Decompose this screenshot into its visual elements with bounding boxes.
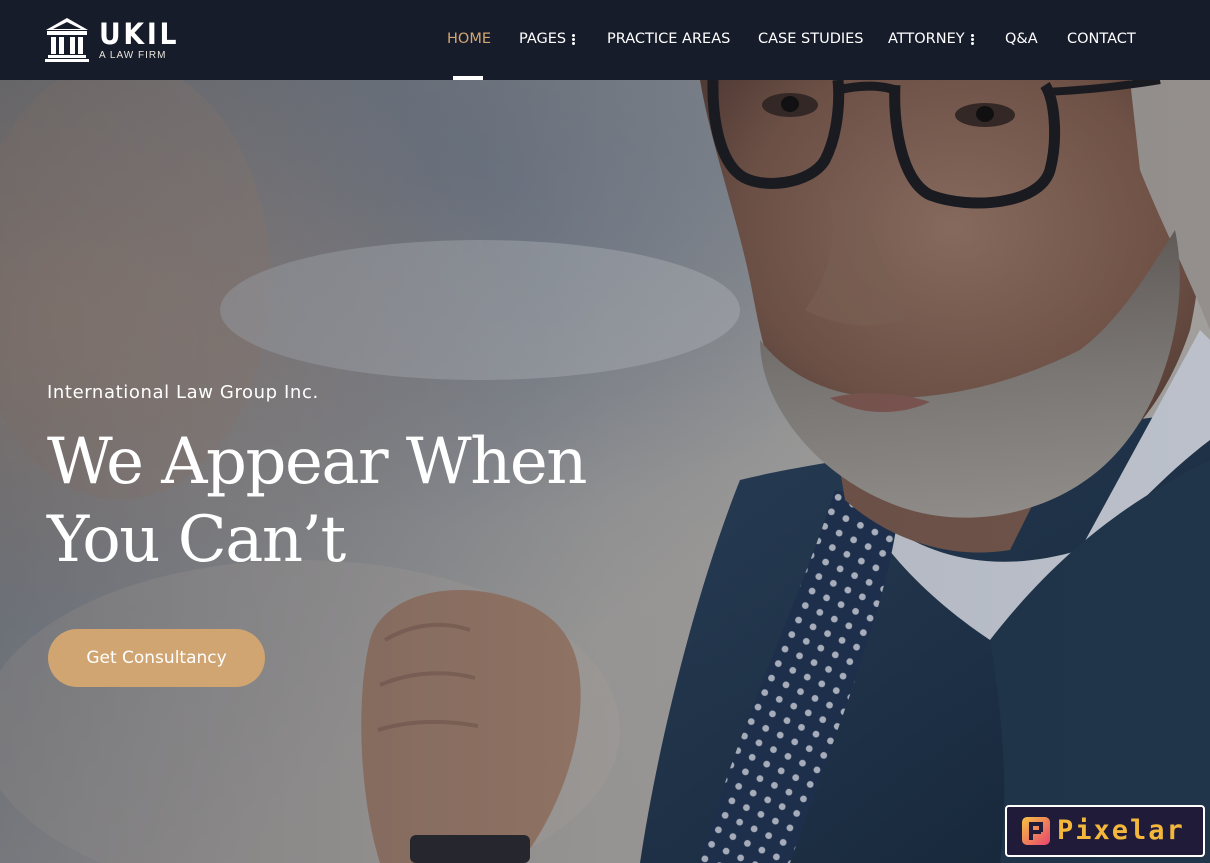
nav-item-qa[interactable]: Q&A [1005, 28, 1038, 50]
nav-item-label: CASE STUDIES [758, 31, 864, 47]
vertical-dots-icon [572, 33, 576, 45]
nav-item-label: PRACTICE AREAS [607, 31, 731, 47]
nav-item-label: HOME [447, 31, 491, 47]
nav-item-practice-areas[interactable]: PRACTICE AREAS [607, 28, 730, 50]
hero-content: International Law Group Inc. We Appear W… [47, 80, 747, 863]
nav-item-home[interactable]: HOME [447, 28, 491, 50]
nav-item-label: ATTORNEY [888, 31, 965, 47]
nav-item-pages[interactable]: PAGES [519, 28, 576, 50]
nav-item-label: PAGES [519, 31, 567, 47]
nav-item-attorney[interactable]: ATTORNEY [888, 28, 974, 50]
hero-headline-line-1: We Appear When [47, 425, 588, 499]
hero-section: International Law Group Inc. We Appear W… [0, 80, 1210, 863]
get-consultancy-button[interactable]: Get Consultancy [48, 629, 265, 687]
vertical-dots-icon [970, 33, 974, 45]
main-nav: HOME PAGES PRACTICE AREAS CASE STUDIES A… [0, 0, 1210, 80]
page: UKIL A LAW FIRM HOME PAGES PRACTICE AREA… [0, 0, 1210, 863]
hero-headline: We Appear When You Can’t [47, 423, 747, 579]
hero-eyebrow: International Law Group Inc. [47, 382, 319, 403]
active-nav-indicator [453, 76, 483, 80]
pixelar-logo-icon [1022, 817, 1050, 845]
nav-item-label: Q&A [1005, 31, 1038, 47]
watermark-text: Pixelar [1057, 815, 1185, 846]
hero-headline-line-2: You Can’t [47, 503, 346, 577]
nav-item-label: CONTACT [1067, 31, 1136, 47]
top-navbar: UKIL A LAW FIRM HOME PAGES PRACTICE AREA… [0, 0, 1210, 80]
pixelar-watermark-badge: Pixelar [1005, 805, 1205, 857]
nav-item-case-studies[interactable]: CASE STUDIES [758, 28, 864, 50]
nav-item-contact[interactable]: CONTACT [1067, 28, 1136, 50]
